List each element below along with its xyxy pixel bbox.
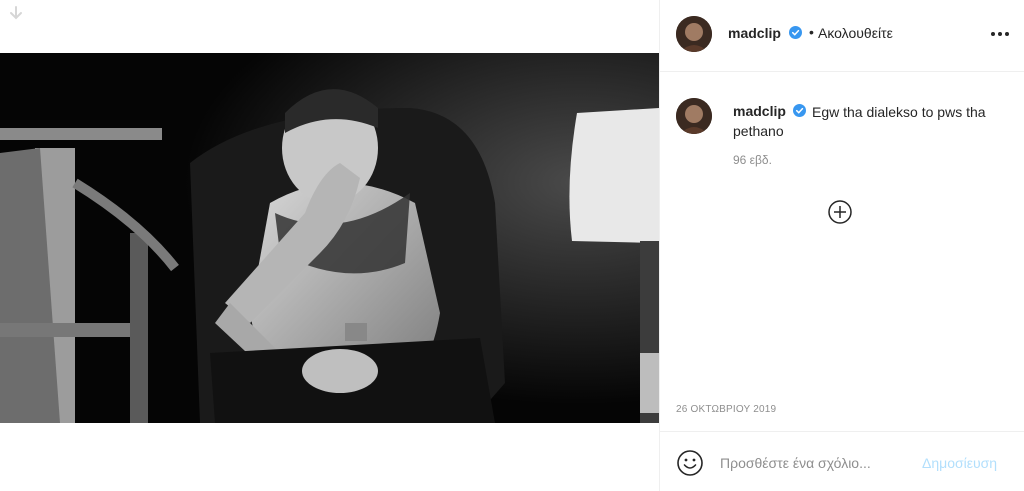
post-date[interactable]: 26 ΟΚΤΩΒΡΙΟΥ 2019: [676, 404, 776, 415]
media-pane: [0, 0, 659, 491]
avatar-image: [676, 16, 712, 52]
caption-text: Egw tha dialekso to pws tha pethano: [733, 104, 986, 139]
emoji-icon[interactable]: [676, 449, 704, 477]
post-photo-illustration: [0, 53, 659, 423]
save-arrow-icon[interactable]: [6, 4, 26, 24]
comment-input[interactable]: [720, 452, 910, 474]
plus-circle-icon[interactable]: [827, 199, 853, 225]
follow-status-button[interactable]: Ακολουθείτε: [818, 25, 893, 41]
caption-avatar[interactable]: [676, 98, 712, 134]
separator-dot: •: [809, 24, 814, 40]
caption-avatar-image: [676, 98, 712, 134]
username-link[interactable]: madclip: [728, 25, 781, 41]
more-options-icon[interactable]: [988, 24, 1012, 44]
verified-badge-icon: [789, 26, 802, 39]
post-side-panel: madclip • Ακολουθείτε madclip Egw tha di…: [660, 0, 1024, 491]
post-age[interactable]: 96 εβδ.: [733, 153, 772, 167]
post-image[interactable]: [0, 53, 659, 423]
post-comment-button[interactable]: Δημοσίευση: [922, 455, 997, 471]
avatar[interactable]: [676, 16, 712, 52]
post-header: madclip • Ακολουθείτε: [660, 0, 1024, 72]
comment-bar: Δημοσίευση: [660, 431, 1024, 491]
